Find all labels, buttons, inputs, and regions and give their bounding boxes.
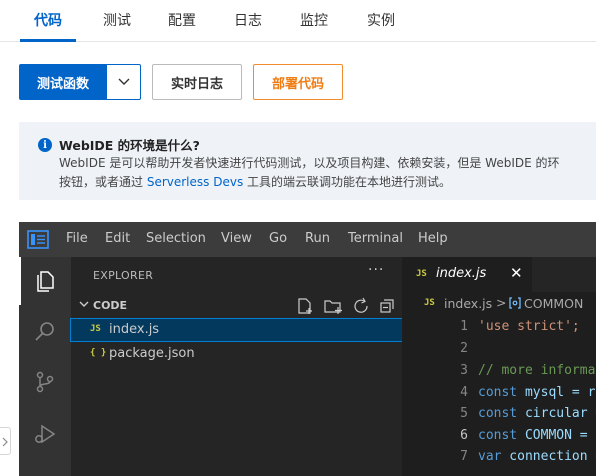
- code-text: 'use strict';: [478, 319, 580, 334]
- code-text: const circular =: [478, 406, 596, 421]
- code-line[interactable]: 3 // more information: [402, 361, 596, 382]
- tab-monitor[interactable]: 监控: [300, 10, 328, 30]
- more-actions-icon[interactable]: ···: [368, 262, 384, 278]
- realtime-log-button[interactable]: 实时日志: [152, 64, 242, 100]
- notice-text-line1: WebIDE 是可以帮助开发者快速进行代码测试，以及项目构建、依赖安装，但是 W…: [59, 156, 560, 170]
- deploy-code-button[interactable]: 部署代码: [253, 64, 343, 100]
- line-number: 7: [460, 449, 468, 464]
- notice-title: WebIDE 的环境是什么?: [59, 138, 200, 153]
- notice-text-suffix: 工具的端云联调功能在本地进行测试。: [243, 175, 452, 189]
- code-folder-header[interactable]: CODE: [71, 295, 402, 317]
- explorer-files-icon[interactable]: [33, 269, 57, 293]
- file-name: package.json: [109, 346, 195, 361]
- js-file-icon: JS: [424, 298, 435, 308]
- line-number: 2: [460, 341, 468, 356]
- code-folder-title: CODE: [93, 299, 128, 312]
- breadcrumb-file[interactable]: index.js: [444, 296, 492, 311]
- refresh-icon[interactable]: [354, 297, 368, 313]
- tab-logs[interactable]: 日志: [234, 10, 262, 30]
- json-file-icon: { }: [90, 348, 107, 358]
- line-number: 5: [460, 406, 468, 421]
- tab-test[interactable]: 测试: [103, 10, 131, 30]
- run-debug-icon[interactable]: [33, 422, 57, 446]
- menu-go[interactable]: Go: [269, 231, 287, 246]
- info-icon: i: [38, 138, 52, 152]
- chevron-down-icon: [79, 301, 89, 307]
- menu-run[interactable]: Run: [305, 231, 330, 246]
- test-options-dropdown[interactable]: [107, 64, 141, 100]
- menu-selection[interactable]: Selection: [146, 231, 206, 246]
- close-icon[interactable]: ✕: [510, 264, 523, 282]
- webide-frame: File Edit Selection View Go Run Terminal…: [19, 222, 596, 476]
- notice-text-prefix: 按钮，或者通过: [59, 175, 147, 189]
- breadcrumb-separator: >: [496, 295, 507, 310]
- function-tabs: 代码 测试 配置 日志 监控 实例: [0, 0, 596, 42]
- notice-text-line2: 按钮，或者通过 Serverless Devs 工具的端云联调功能在本地进行测试…: [59, 173, 451, 190]
- editor-tab-index-js[interactable]: JS index.js ✕: [402, 257, 532, 292]
- test-function-button[interactable]: 测试函数: [19, 64, 107, 100]
- menu-view[interactable]: View: [221, 231, 252, 246]
- tab-instances[interactable]: 实例: [367, 10, 395, 30]
- side-panel-toggle[interactable]: [0, 427, 11, 455]
- explorer-title: EXPLORER: [93, 269, 154, 282]
- editor-tab-bar: JS index.js ✕: [402, 257, 596, 292]
- explorer-actions: [298, 297, 394, 314]
- chevron-down-icon: [118, 78, 129, 85]
- code-line[interactable]: 6 const COMMON = {: [402, 426, 596, 447]
- menu-terminal[interactable]: Terminal: [348, 231, 403, 246]
- chevron-right-icon: [2, 437, 8, 447]
- vscode-logo-icon: [27, 230, 49, 249]
- activity-bar: [19, 257, 71, 476]
- breadcrumb: JS index.js > COMMON: [402, 292, 596, 314]
- symbol-variable-icon: [509, 297, 521, 309]
- tab-code[interactable]: 代码: [34, 10, 62, 30]
- menu-edit[interactable]: Edit: [105, 231, 130, 246]
- explorer-sidebar: EXPLORER ··· CODE JS index.js {} packag…: [70, 257, 403, 476]
- code-editor: JS index.js ✕ JS index.js > COMMON 1 'us…: [402, 257, 596, 476]
- active-tab-indicator: [20, 39, 76, 42]
- active-view-indicator: [19, 257, 21, 305]
- menu-file[interactable]: File: [66, 231, 88, 246]
- code-line[interactable]: 1 'use strict';: [402, 317, 596, 338]
- source-control-icon[interactable]: [33, 370, 57, 394]
- menu-help[interactable]: Help: [418, 231, 448, 246]
- webide-info-notice: i WebIDE 的环境是什么? WebIDE 是可以帮助开发者快速进行代码测试…: [19, 122, 596, 200]
- file-name: index.js: [109, 322, 160, 337]
- file-item-index-js[interactable]: JS index.js: [70, 318, 403, 342]
- collapse-all-icon[interactable]: [380, 299, 394, 313]
- ide-menubar: File Edit Selection View Go Run Terminal…: [19, 222, 596, 257]
- new-file-icon[interactable]: [298, 298, 312, 314]
- code-line[interactable]: 7 var connection =: [402, 447, 596, 468]
- code-line[interactable]: 4 const mysql = req: [402, 383, 596, 404]
- js-file-icon: JS: [416, 269, 427, 279]
- line-number: 6: [460, 428, 468, 443]
- code-line[interactable]: 2: [402, 339, 596, 360]
- new-folder-icon[interactable]: [324, 300, 342, 314]
- line-number: 3: [460, 363, 468, 378]
- line-number: 4: [460, 385, 468, 400]
- editor-tab-label: index.js: [436, 266, 487, 281]
- breadcrumb-symbol[interactable]: COMMON: [524, 296, 583, 311]
- file-item-package-json[interactable]: { } package.json: [71, 343, 402, 365]
- line-number: 1: [460, 319, 468, 334]
- serverless-devs-link[interactable]: Serverless Devs: [147, 175, 243, 189]
- code-line[interactable]: 5 const circular =: [402, 404, 596, 425]
- tab-config[interactable]: 配置: [168, 10, 196, 30]
- js-file-icon: JS: [90, 324, 101, 334]
- code-text: const mysql = req: [478, 385, 596, 400]
- code-text: const COMMON = {: [478, 428, 596, 443]
- code-text: // more information: [478, 363, 596, 378]
- search-icon[interactable]: [33, 319, 57, 343]
- code-text: var connection =: [478, 449, 596, 464]
